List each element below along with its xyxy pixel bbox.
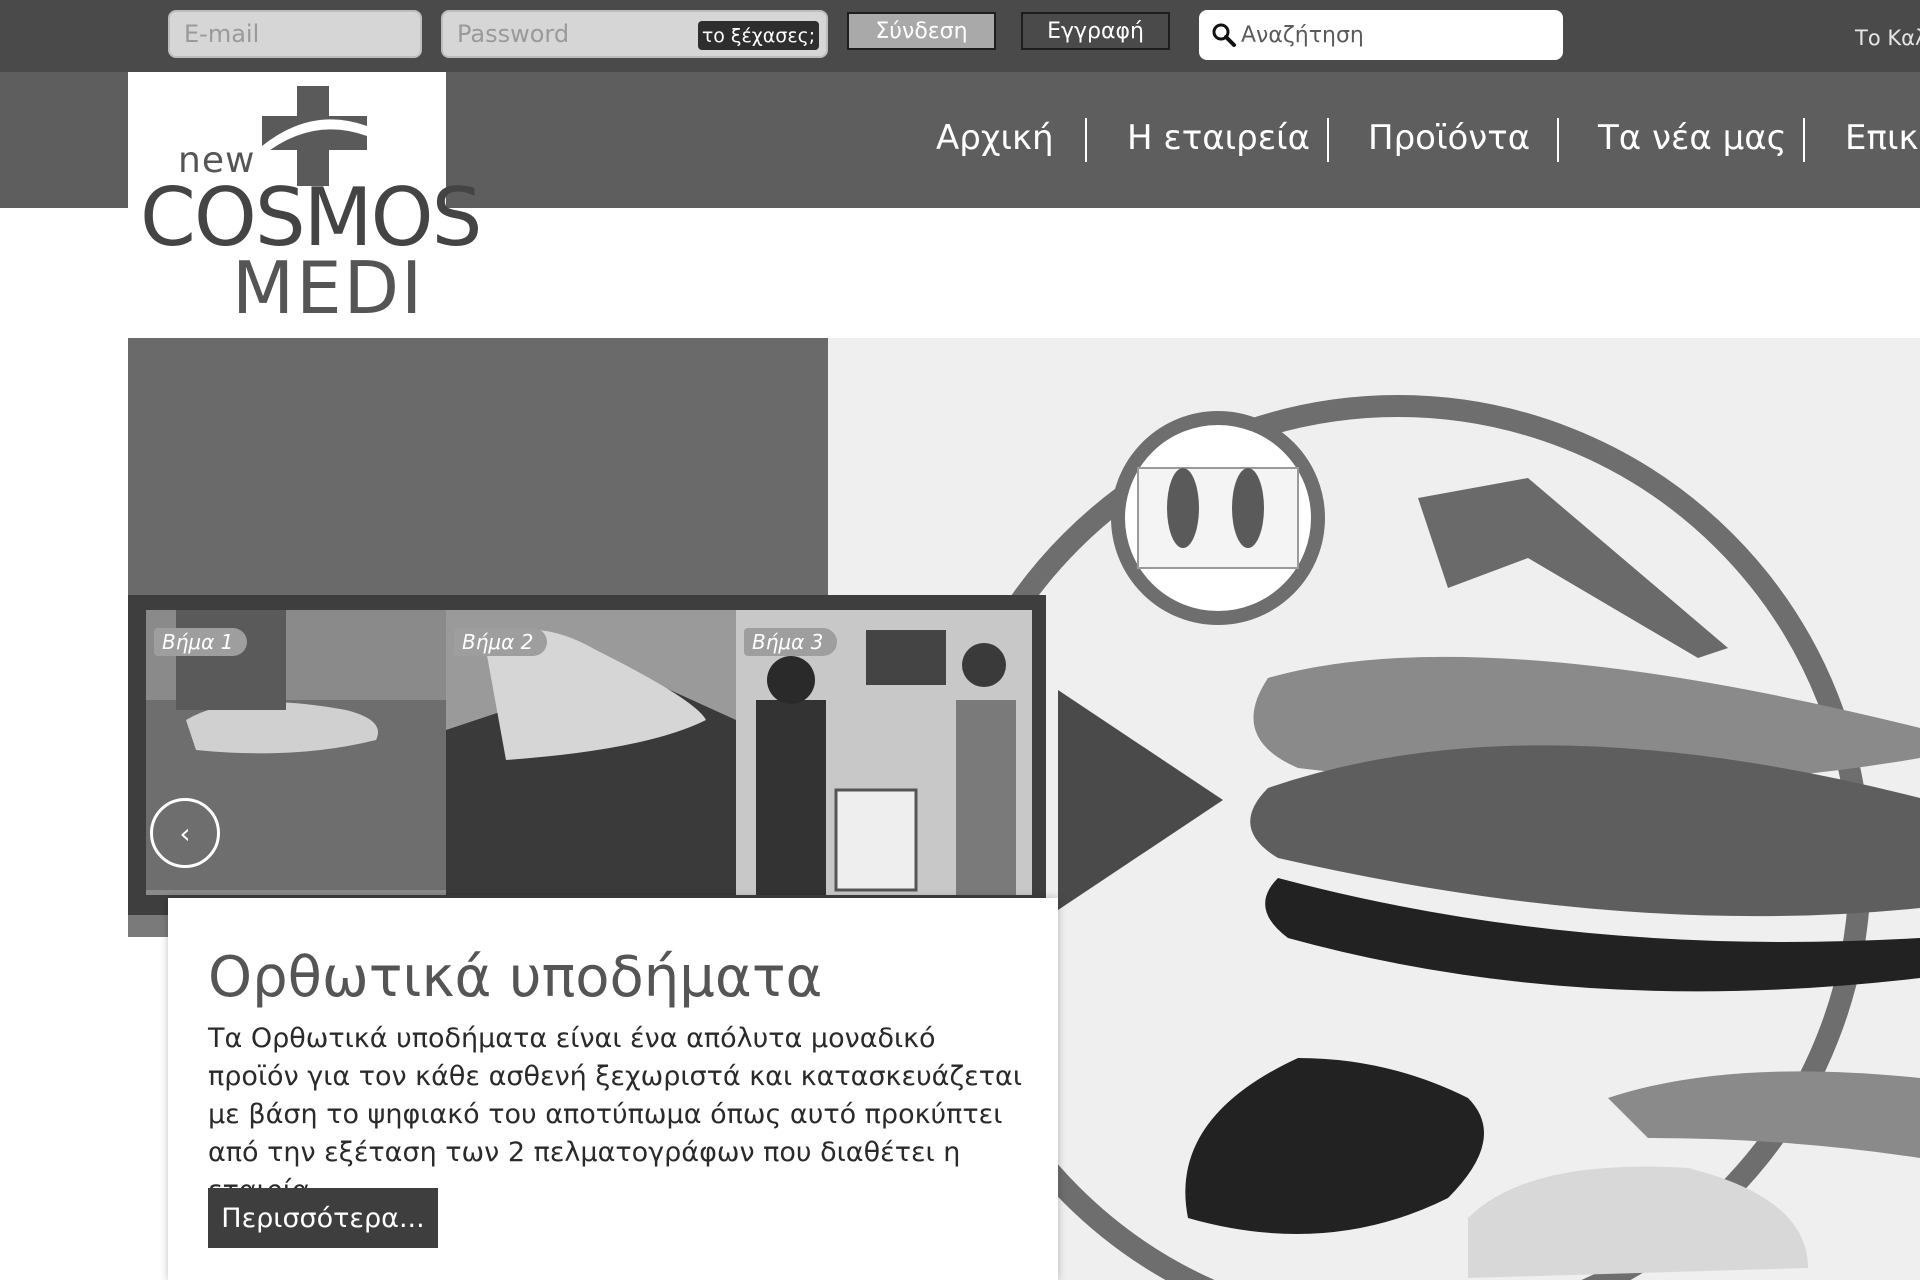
arrow-right-icon [1058, 690, 1223, 910]
chevron-left-icon: ‹ [179, 816, 191, 850]
nav-divider [1803, 118, 1805, 162]
slider-prev-button[interactable]: ‹ [150, 798, 220, 868]
nav-divider [1557, 118, 1559, 162]
more-button[interactable]: Περισσότερα... [208, 1188, 438, 1248]
step-image: Βήμα 3 [736, 610, 1032, 895]
step-label: Βήμα 2 [454, 628, 548, 656]
nav-item-contact[interactable]: Επικο [1845, 118, 1920, 158]
step-label: Βήμα 3 [744, 628, 838, 656]
hero-background [128, 338, 828, 598]
password-placeholder: Password [457, 20, 570, 48]
register-button[interactable]: Εγγραφή [1021, 12, 1170, 50]
nav-item-news[interactable]: Τα νέα μας [1598, 118, 1787, 158]
nav-item-home[interactable]: Αρχική [936, 118, 1054, 158]
logo-text-medi: MEDI [232, 246, 425, 330]
email-field[interactable]: E-mail [168, 10, 422, 58]
slide-description: Τα Ορθωτικά υποδήματα είναι ένα απόλυτα … [208, 1023, 1022, 1206]
search-input[interactable]: Αναζήτηση [1199, 10, 1563, 60]
email-placeholder: E-mail [184, 20, 260, 48]
search-icon [1212, 23, 1236, 47]
login-button[interactable]: Σύνδεση [847, 12, 996, 50]
search-placeholder: Αναζήτηση [1241, 22, 1364, 48]
step-label: Βήμα 1 [154, 628, 248, 656]
forgot-password-link[interactable]: το ξέχασες; [698, 21, 819, 50]
nav-divider [1085, 118, 1087, 162]
nav-item-company[interactable]: Η εταιρεία [1127, 118, 1310, 158]
nav-item-products[interactable]: Προϊόντα [1368, 118, 1530, 158]
caption-accent [128, 915, 168, 937]
slide-title: Ορθωτικά υποδήματα [208, 945, 823, 1010]
nav-divider [1327, 118, 1329, 162]
step-image: Βήμα 2 [446, 610, 736, 895]
top-right-text[interactable]: Το Καλ [1855, 26, 1920, 50]
